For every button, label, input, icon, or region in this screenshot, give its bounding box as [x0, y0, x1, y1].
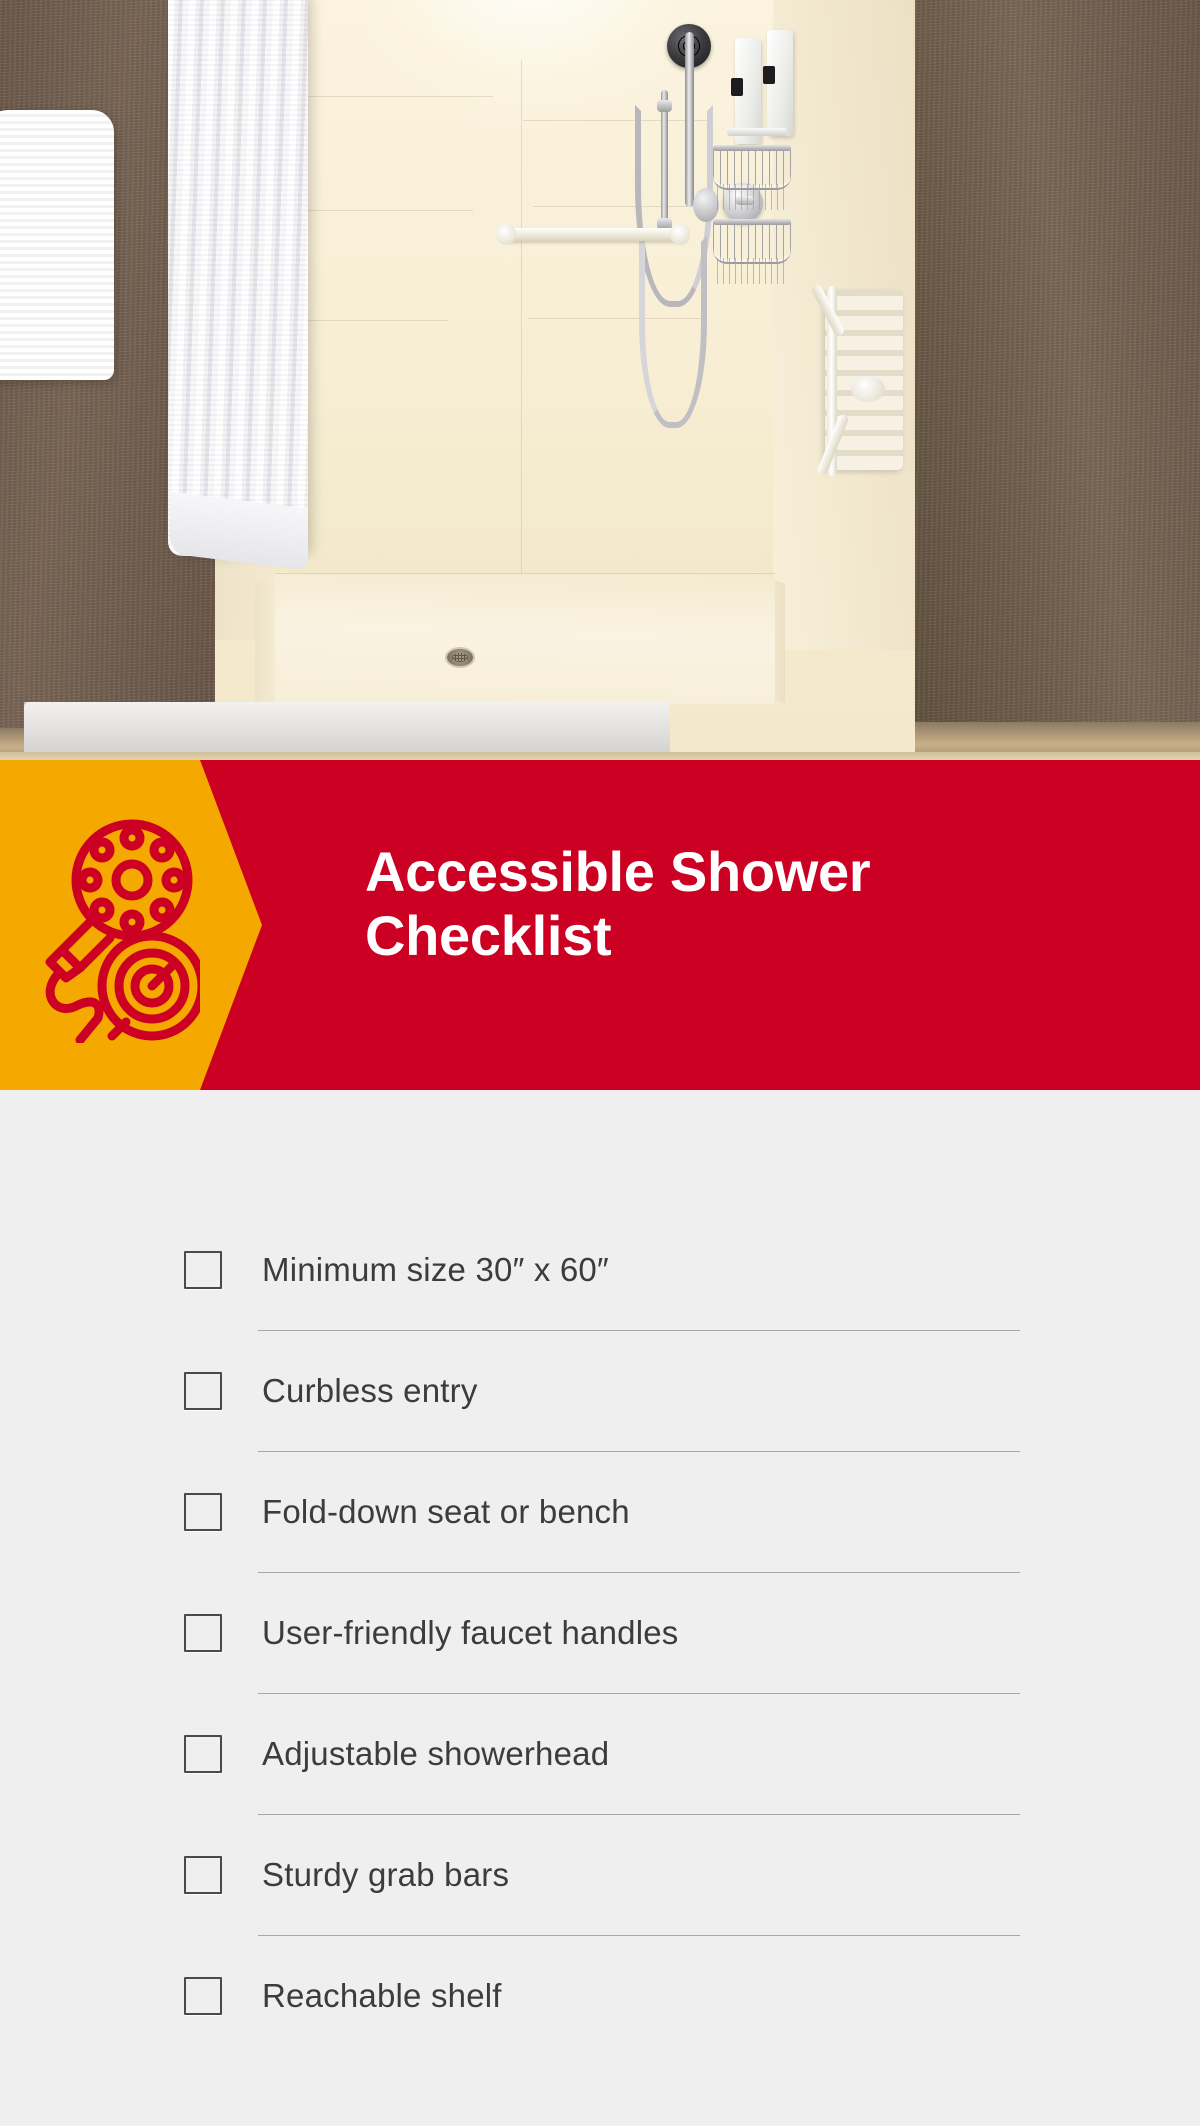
- shower-floor-pan: [275, 573, 775, 704]
- wire-corner-basket-upper: [713, 145, 791, 210]
- checklist-item[interactable]: Fold-down seat or bench: [184, 1452, 1044, 1573]
- dispenser-nozzle-one: [731, 78, 743, 96]
- shower-diverter: [693, 188, 719, 222]
- checklist-item[interactable]: Reachable shelf: [184, 1936, 1044, 2057]
- dispenser-nozzle-two: [763, 66, 775, 84]
- shower-seat-hinge: [851, 376, 885, 402]
- infographic-page: Accessible Shower Checklist Minimum size…: [0, 0, 1200, 2126]
- page-title: Accessible Shower Checklist: [365, 840, 1005, 968]
- checkbox[interactable]: [184, 1977, 222, 2015]
- page-title-line-1: Accessible Shower: [365, 840, 871, 903]
- shower-curtain: [168, 0, 308, 556]
- checkbox[interactable]: [184, 1856, 222, 1894]
- dispenser-mounting-plate: [727, 128, 787, 136]
- checklist-items: Minimum size 30″ x 60″ Curbless entry Fo…: [184, 1210, 1044, 2057]
- handheld-showerhead-icon: [40, 808, 207, 1045]
- checkbox[interactable]: [184, 1251, 222, 1289]
- shower-enclosure: [215, 0, 915, 762]
- checkbox[interactable]: [184, 1372, 222, 1410]
- checklist-item-label: Minimum size 30″ x 60″: [262, 1251, 609, 1288]
- checklist-item[interactable]: Curbless entry: [184, 1331, 1044, 1452]
- checkbox[interactable]: [184, 1614, 222, 1652]
- checklist-item-label: Curbless entry: [262, 1372, 478, 1409]
- checklist-item-label: Sturdy grab bars: [262, 1856, 510, 1893]
- checklist-item-label: Adjustable showerhead: [262, 1735, 610, 1772]
- checklist-item[interactable]: Adjustable showerhead: [184, 1694, 1044, 1815]
- accessible-shower-photo: [0, 0, 1200, 762]
- grab-bar-flange-left: [496, 223, 516, 245]
- wire-corner-basket-lower: [713, 219, 791, 284]
- folded-towel: [0, 110, 114, 380]
- bathroom-wall-right: [915, 0, 1200, 762]
- checklist-item-label: Fold-down seat or bench: [262, 1493, 630, 1530]
- checkbox[interactable]: [184, 1735, 222, 1773]
- checklist-item[interactable]: User-friendly faucet handles: [184, 1573, 1044, 1694]
- checklist-section: Minimum size 30″ x 60″ Curbless entry Fo…: [0, 1090, 1200, 2126]
- checklist-item[interactable]: Minimum size 30″ x 60″: [184, 1210, 1044, 1331]
- checklist-item[interactable]: Sturdy grab bars: [184, 1815, 1044, 1936]
- shower-drain-icon: [447, 649, 473, 666]
- shower-hose-lower: [639, 236, 707, 428]
- checkbox[interactable]: [184, 1493, 222, 1531]
- grab-bar-flange-right: [670, 223, 690, 245]
- page-title-line-2: Checklist: [365, 903, 612, 967]
- checklist-item-label: Reachable shelf: [262, 1977, 502, 2014]
- horizontal-grab-bar: [503, 228, 688, 241]
- title-banner: Accessible Shower Checklist: [0, 760, 1200, 1090]
- checklist-item-label: User-friendly faucet handles: [262, 1614, 679, 1651]
